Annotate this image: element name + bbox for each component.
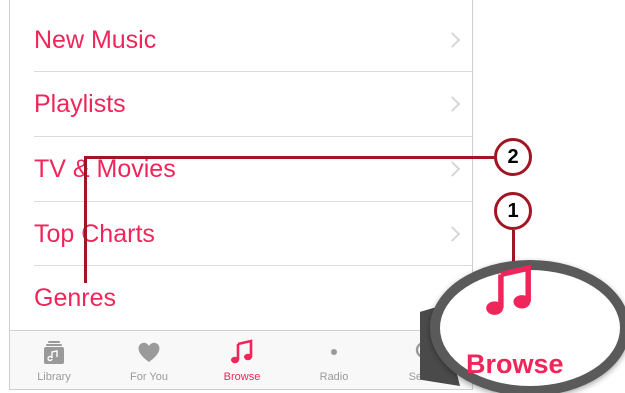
callout-number: 1 (507, 199, 519, 222)
tab-label: Browse (223, 371, 261, 383)
library-icon (44, 341, 64, 364)
list-item-label: Top Charts (34, 219, 155, 248)
list-item-label: Playlists (34, 89, 126, 118)
callout-badge-1: 1 (494, 192, 532, 230)
chevron-right-icon (444, 226, 461, 242)
radio-icon (331, 349, 337, 355)
callout-badge-2: 2 (494, 138, 532, 176)
list-item-label: New Music (34, 25, 157, 54)
tab-label: For You (130, 371, 168, 383)
tab-label: Radio (319, 371, 349, 383)
list-item-genres[interactable]: Genres (10, 266, 472, 330)
tab-for-you[interactable]: For You (109, 331, 189, 389)
zoom-browse-label: Browse (466, 349, 564, 379)
list-item-top-charts[interactable]: Top Charts (10, 202, 472, 266)
callout-line (84, 156, 87, 283)
callout-number: 2 (507, 145, 519, 168)
tab-browse[interactable]: Browse (202, 331, 282, 389)
chevron-right-icon (444, 161, 461, 177)
tab-radio[interactable]: Radio (294, 331, 374, 389)
music-note-icon (231, 339, 253, 364)
heart-icon (138, 342, 160, 362)
list-item-new-music[interactable]: New Music (10, 8, 472, 72)
list-item-tv-movies[interactable]: TV & Movies (10, 137, 472, 201)
tab-bar: Library For You Browse Radio (10, 330, 472, 389)
browse-screen: New Music Playlists TV & Movies Top Char… (9, 0, 473, 390)
callout-line (84, 156, 495, 159)
chevron-right-icon (444, 32, 461, 48)
tab-library[interactable]: Library (14, 331, 94, 389)
tab-label: Library (37, 371, 71, 383)
list-item-label: Genres (34, 283, 116, 312)
chevron-right-icon (444, 96, 461, 112)
list-item-playlists[interactable]: Playlists (10, 72, 472, 136)
